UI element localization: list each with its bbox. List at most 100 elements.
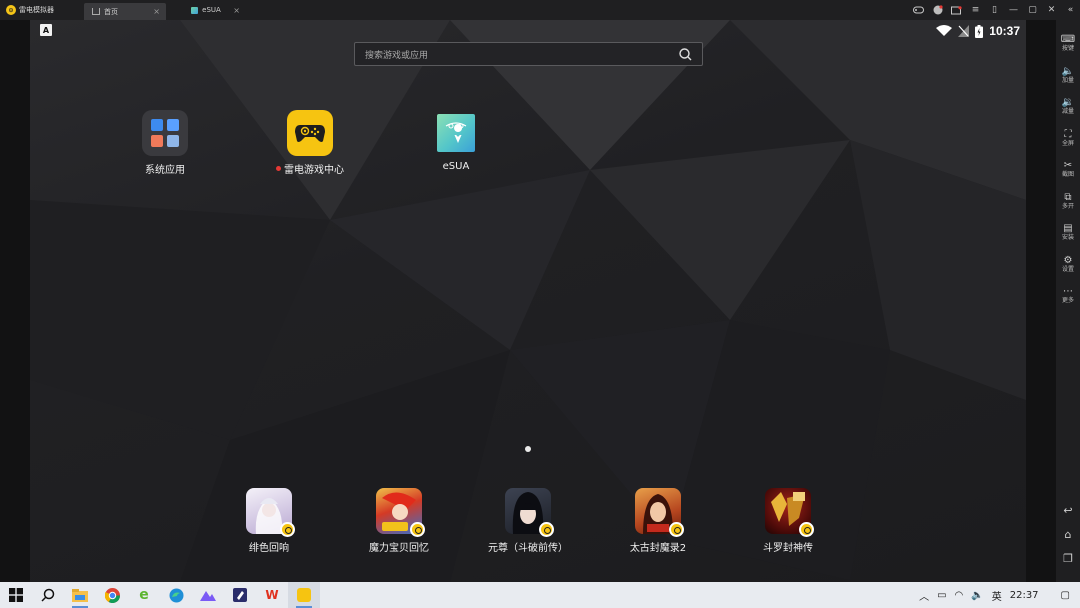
game-icon xyxy=(765,488,814,537)
clock: 10:37 xyxy=(989,24,1020,38)
app-ld-game-center[interactable]: 雷电游戏中心 xyxy=(265,110,355,176)
taskbar-app-pen[interactable] xyxy=(224,582,256,608)
edge-icon xyxy=(169,588,183,602)
recents-button[interactable]: ❐ xyxy=(1056,552,1080,565)
toolbar-multi-instance[interactable]: ⧉ 多开 xyxy=(1056,186,1080,218)
keyboard-icon: ⌨ xyxy=(1060,34,1076,46)
ld-badge-icon xyxy=(280,522,295,537)
folder-icon xyxy=(142,110,188,156)
toolbar-settings[interactable]: ⚙ 设置 xyxy=(1056,249,1080,281)
dock-app-4[interactable]: 太古封魔录2 xyxy=(603,488,713,554)
folder-icon xyxy=(72,588,88,602)
minimize-icon[interactable]: — xyxy=(1004,0,1023,20)
taskbar-wps[interactable]: W xyxy=(256,582,288,608)
gamepad-icon[interactable] xyxy=(909,0,928,20)
tab-home[interactable]: 首页 × xyxy=(84,3,166,20)
android-screen[interactable]: A 10:37 搜索游戏或应用 系统应用 雷电游戏中心 eSUA 绯色回响 魔力… xyxy=(30,20,1026,582)
battery-icon[interactable]: ▭ xyxy=(937,590,946,601)
app-logo: ⊙ 雷电模拟器 xyxy=(0,0,84,20)
home-button[interactable]: ⌂ xyxy=(1056,528,1080,541)
dock-app-3[interactable]: 元尊（斗破前传） xyxy=(473,488,583,554)
toolbar-keymap[interactable]: ⌨ 按键 xyxy=(1056,28,1080,60)
toolbar-fullscreen[interactable]: ⛶ 全屏 xyxy=(1056,123,1080,155)
app-label: 魔力宝贝回忆 xyxy=(369,543,429,554)
search-bar[interactable]: 搜索游戏或应用 xyxy=(354,42,703,66)
emulator-toolbar: ⌨ 按键 🔈 加量 🔉 减量 ⛶ 全屏 ✂ 截图 ⧉ 多开 ▤ 安装 ⚙ 设置 ⋯ 更多 ↩ ⌂ … xyxy=(1056,20,1080,582)
status-bar: 10:37 xyxy=(936,22,1020,40)
start-button[interactable] xyxy=(0,582,32,608)
app-label: 斗罗封神传 xyxy=(763,543,813,554)
game-icon xyxy=(505,488,554,537)
avatar-icon[interactable] xyxy=(928,0,947,20)
system-tray: ︿ ▭ ◠ 🔈 英 22:37 ▢ xyxy=(919,582,1080,608)
app-label: 太古封魔录2 xyxy=(629,543,687,554)
toolbar-more[interactable]: ⋯ 更多 xyxy=(1056,280,1080,312)
fullscreen-icon: ⛶ xyxy=(1064,128,1072,140)
taskbar-ldplayer[interactable] xyxy=(288,582,320,608)
tab-esua-close-icon[interactable]: × xyxy=(233,6,240,15)
window-controls: ≡ ▯ — ▢ ✕ « xyxy=(909,0,1080,20)
map-pin-icon xyxy=(437,114,475,152)
install-icon: ▤ xyxy=(1063,223,1073,235)
windows-icon xyxy=(9,588,23,602)
search-icon xyxy=(41,588,55,602)
taskbar-file-explorer[interactable] xyxy=(64,582,96,608)
chevron-up-icon[interactable]: ︿ xyxy=(919,588,929,603)
message-icon[interactable] xyxy=(947,0,966,20)
volume-icon[interactable]: 🔈 xyxy=(971,590,983,601)
scissors-icon: ✂ xyxy=(1063,160,1073,172)
maximize-icon[interactable]: ▢ xyxy=(1023,0,1042,20)
more-icon: ⋯ xyxy=(1063,286,1073,298)
toolbar-install[interactable]: ▤ 安装 xyxy=(1056,217,1080,249)
title-bar: ⊙ 雷电模拟器 首页 × eSUA × ≡ ▯ — ▢ ✕ « xyxy=(0,0,1080,29)
app-label: 系统应用 xyxy=(145,165,185,176)
multi-instance-icon: ⧉ xyxy=(1064,191,1072,203)
app-label: 绯色回响 xyxy=(249,543,289,554)
app-label: 元尊（斗破前传） xyxy=(488,543,568,554)
mountain-icon xyxy=(200,591,216,601)
app-label: 雷电游戏中心 xyxy=(284,165,344,176)
app-esua[interactable]: eSUA xyxy=(411,110,501,172)
toolbar-screenshot[interactable]: ✂ 截图 xyxy=(1056,154,1080,186)
home-icon: ⌂ xyxy=(1064,528,1072,541)
volume-up-icon: 🔈 xyxy=(1061,65,1075,77)
close-icon[interactable]: ✕ xyxy=(1042,0,1061,20)
taskbar-clock[interactable]: 22:37 xyxy=(1010,590,1039,601)
windows-taskbar: e W ︿ ▭ ◠ 🔈 英 22:37 ▢ xyxy=(0,582,1080,608)
back-button[interactable]: ↩ xyxy=(1056,504,1080,517)
toolbar-volume-up[interactable]: 🔈 加量 xyxy=(1056,60,1080,92)
recents-icon: ❐ xyxy=(1063,552,1073,565)
wifi-icon[interactable]: ◠ xyxy=(955,590,964,601)
page-indicator[interactable] xyxy=(525,446,531,452)
taskbar-edge[interactable] xyxy=(160,582,192,608)
toolbar-volume-down[interactable]: 🔉 减量 xyxy=(1056,91,1080,123)
search-input[interactable]: 搜索游戏或应用 xyxy=(365,48,428,61)
app-system-apps[interactable]: 系统应用 xyxy=(120,110,210,176)
gear-icon: ⚙ xyxy=(1063,254,1073,266)
menu-icon[interactable]: ≡ xyxy=(966,0,985,20)
pin-icon[interactable]: ▯ xyxy=(985,0,1004,20)
ime-indicator[interactable]: 英 xyxy=(992,588,1002,603)
esua-tab-icon xyxy=(191,6,199,14)
battery-icon xyxy=(975,24,984,38)
home-icon xyxy=(92,8,100,15)
game-icon xyxy=(635,488,684,537)
search-icon[interactable] xyxy=(679,48,692,61)
chrome-icon xyxy=(104,587,120,603)
collapse-sidebar-icon[interactable]: « xyxy=(1061,0,1080,20)
dock-app-1[interactable]: 绯色回响 xyxy=(214,488,324,554)
wifi-icon xyxy=(936,25,953,36)
tab-home-close-icon[interactable]: × xyxy=(153,7,160,16)
taskbar-chrome[interactable] xyxy=(96,582,128,608)
wps-icon: W xyxy=(265,588,279,602)
ldplayer-logo-icon xyxy=(297,588,311,602)
left-border xyxy=(0,20,30,582)
search-button[interactable] xyxy=(32,582,64,608)
taskbar-ie[interactable]: e xyxy=(128,582,160,608)
new-dot xyxy=(276,166,281,171)
dock-app-2[interactable]: 魔力宝贝回忆 xyxy=(344,488,454,554)
dock-app-5[interactable]: 斗罗封神传 xyxy=(733,488,843,554)
taskbar-app-mountain[interactable] xyxy=(192,582,224,608)
notification-icon[interactable]: ▢ xyxy=(1061,590,1070,601)
ld-badge-icon xyxy=(539,522,554,537)
